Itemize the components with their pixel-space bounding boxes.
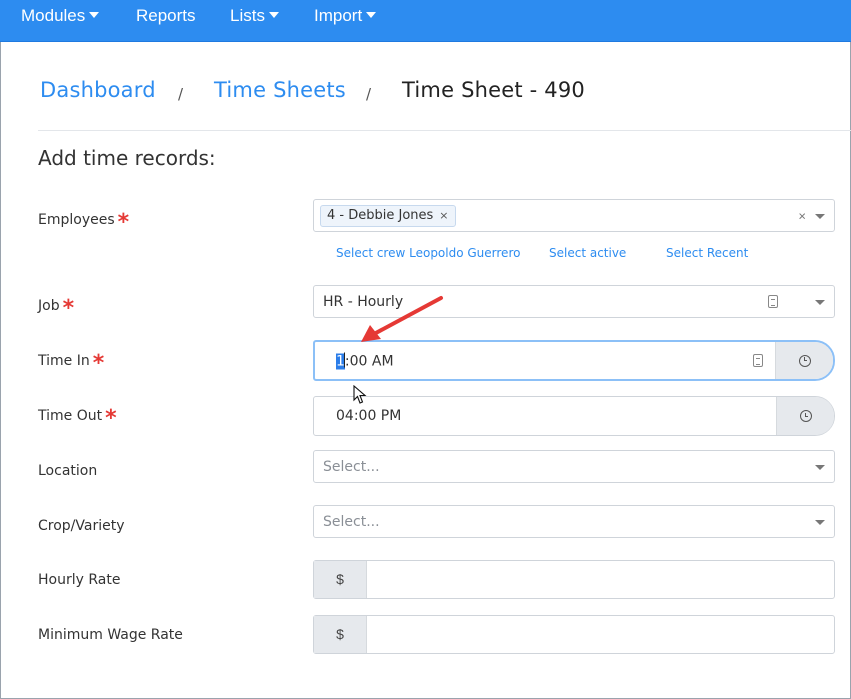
location-label: Location	[38, 463, 98, 479]
breadcrumb-separator: /	[178, 85, 184, 103]
nav-import-label: Import	[314, 6, 363, 25]
location-select[interactable]: Select...	[313, 450, 835, 483]
keyboard-icon	[753, 353, 763, 367]
employees-label: Employees *	[38, 211, 129, 234]
employees-multiselect[interactable]: 4 - Debbie Jones × ×	[313, 199, 835, 232]
currency-prefix: $	[314, 561, 367, 598]
select-crew-link[interactable]: Select crew Leopoldo Guerrero	[336, 246, 520, 260]
time-in-clock-button[interactable]	[775, 342, 833, 379]
employee-tag-label: 4 - Debbie Jones	[327, 208, 434, 223]
time-out-label: Time Out *	[38, 407, 117, 430]
chevron-down-icon[interactable]	[815, 213, 825, 219]
section-title: Add time records:	[38, 146, 216, 170]
breadcrumb-current-page: Time Sheet - 490	[402, 78, 585, 102]
employee-tag: 4 - Debbie Jones ×	[320, 205, 456, 227]
nav-modules-menu[interactable]: Modules	[21, 0, 100, 32]
chevron-down-icon[interactable]	[815, 519, 825, 525]
select-active-link[interactable]: Select active	[549, 246, 626, 260]
required-asterisk: *	[117, 210, 130, 235]
nav-modules-label: Modules	[21, 6, 86, 25]
time-out-input[interactable]: 04:00 PM	[336, 408, 401, 424]
job-select[interactable]: HR - Hourly	[313, 285, 835, 318]
breadcrumb-separator: /	[366, 85, 372, 103]
required-asterisk: *	[62, 296, 75, 321]
job-label-text: Job	[38, 298, 60, 314]
breadcrumb-time-sheets-link[interactable]: Time Sheets	[214, 76, 346, 104]
tag-remove-icon[interactable]: ×	[439, 209, 448, 222]
job-value: HR - Hourly	[323, 293, 404, 310]
time-in-input[interactable]: 1:00 AM	[336, 352, 394, 369]
time-in-picker[interactable]: 1:00 AM	[313, 340, 835, 381]
time-out-label-text: Time Out	[38, 408, 103, 424]
location-placeholder: Select...	[323, 458, 380, 475]
minimum-wage-rate-input-group: $	[313, 615, 835, 654]
nav-lists-menu[interactable]: Lists	[230, 0, 279, 32]
crop-variety-select[interactable]: Select...	[313, 505, 835, 538]
select-recent-link[interactable]: Select Recent	[666, 246, 748, 260]
keyboard-icon	[768, 294, 778, 308]
crop-variety-label: Crop/Variety	[38, 518, 125, 534]
employees-label-text: Employees	[38, 212, 115, 228]
chevron-down-icon	[89, 12, 100, 18]
time-in-value-rest: :00 AM	[344, 353, 394, 369]
nav-reports-link[interactable]: Reports	[136, 0, 196, 32]
clock-icon	[798, 354, 811, 367]
job-label: Job *	[38, 297, 74, 320]
required-asterisk: *	[105, 406, 117, 431]
minimum-wage-rate-input[interactable]	[368, 616, 834, 653]
clock-icon	[799, 410, 812, 422]
minimum-wage-rate-label: Minimum Wage Rate	[38, 627, 183, 643]
chevron-down-icon	[268, 12, 279, 18]
chevron-down-icon	[366, 12, 377, 18]
time-in-label: Time In *	[38, 352, 104, 375]
chevron-down-icon[interactable]	[815, 299, 825, 305]
hourly-rate-label: Hourly Rate	[38, 572, 121, 588]
breadcrumb-dashboard-link[interactable]: Dashboard	[40, 76, 156, 104]
header-divider	[38, 130, 851, 131]
hourly-rate-input-group: $	[313, 560, 835, 599]
nav-reports-label: Reports	[136, 6, 196, 25]
nav-lists-label: Lists	[230, 6, 265, 25]
mouse-cursor-icon	[353, 385, 367, 404]
time-out-clock-button[interactable]	[776, 397, 834, 435]
chevron-down-icon[interactable]	[815, 464, 825, 470]
currency-prefix: $	[314, 616, 367, 653]
clear-selection-icon[interactable]: ×	[798, 208, 806, 223]
time-out-picker[interactable]: 04:00 PM	[313, 396, 835, 436]
crop-variety-placeholder: Select...	[323, 513, 380, 530]
nav-import-menu[interactable]: Import	[314, 0, 377, 32]
required-asterisk: *	[92, 351, 105, 376]
top-nav-bar: Modules Reports Lists Import	[0, 0, 851, 42]
hourly-rate-input[interactable]	[368, 561, 834, 598]
time-in-label-text: Time In	[38, 353, 90, 369]
